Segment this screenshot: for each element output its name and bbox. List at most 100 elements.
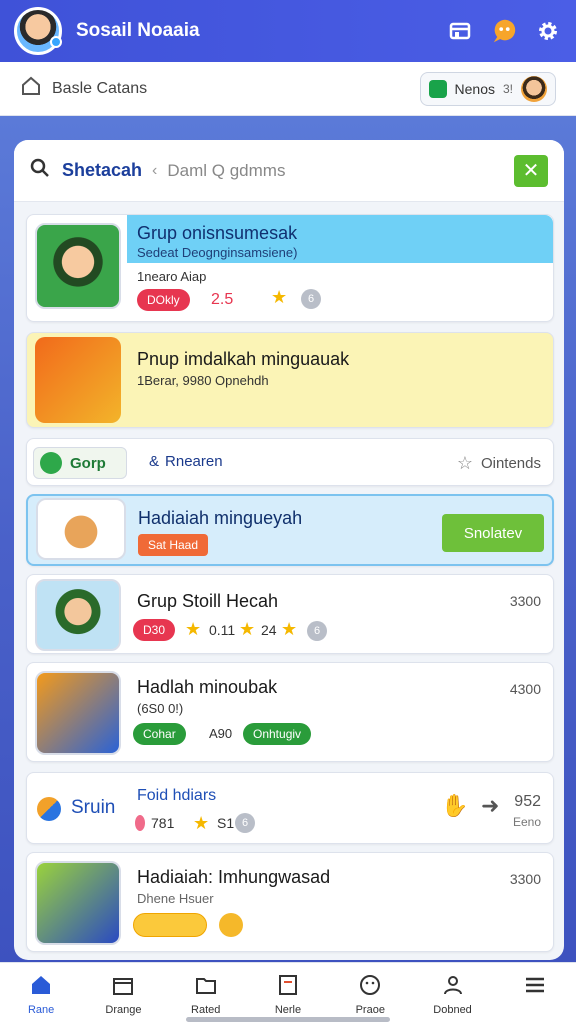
star-icon: ★: [271, 287, 288, 307]
online-dot: [50, 36, 62, 48]
star-icon: ★: [281, 619, 298, 639]
status-badge: Onhtugiv: [243, 723, 312, 745]
card-title: Grup Stoill Hecah: [137, 591, 279, 611]
leaf-icon: [40, 452, 62, 474]
rating-value: 0.11: [209, 622, 236, 638]
item-count: 4300: [509, 681, 541, 697]
box-icon: [111, 973, 135, 1000]
tab-group[interactable]: Gorp: [33, 447, 127, 479]
list-item[interactable]: Hadiaiah mingueyah Sat Haad Snolatev: [26, 494, 554, 566]
count-badge: 6: [307, 621, 327, 641]
main-panel: Shetacah ‹ Daml Q gdmms ✕ Grup onisnsume…: [14, 140, 564, 960]
action-button[interactable]: Snolatev: [442, 514, 544, 552]
game-thumbnail: [35, 671, 121, 755]
status-badge: Cohar: [133, 723, 186, 745]
count-badge: 6: [301, 289, 321, 309]
page-title: Basle Catans: [52, 79, 148, 97]
gift-thumbnail: [36, 498, 126, 560]
nav-rated[interactable]: Rated: [170, 973, 242, 1016]
star-icon: ★: [185, 619, 202, 639]
status-badge: D30: [133, 619, 176, 641]
search-placeholder[interactable]: Daml Q gdmms: [167, 161, 514, 181]
chat-icon[interactable]: [490, 17, 518, 45]
note-icon: [276, 973, 300, 1000]
store-icon[interactable]: [446, 17, 474, 45]
arrow-right-icon[interactable]: ➜: [481, 793, 499, 819]
card-title: Pnup imdalkah minguauak: [137, 349, 350, 369]
card-title: Foid hdiars: [137, 787, 217, 804]
chip-extra: 3!: [502, 81, 513, 96]
hand-icon[interactable]: ✋: [441, 793, 468, 819]
people-icon: &: [149, 453, 160, 470]
home-outline-icon[interactable]: [20, 75, 42, 102]
status-badge: Sat Haad: [138, 534, 209, 556]
heart-icon: [135, 815, 145, 831]
tab-label: Gorp: [70, 454, 106, 472]
nav-storage[interactable]: Drange: [87, 973, 159, 1016]
face-icon: [358, 973, 382, 1000]
list-item[interactable]: Hadiaiah: Imhungwasad Dhene Hsuer 3300: [26, 852, 554, 952]
list-item[interactable]: Hadlah minoubak (6S0 0!) Cohar A90 Onhtu…: [26, 662, 554, 762]
search-query[interactable]: Shetacah: [62, 160, 142, 181]
user-icon: [441, 973, 465, 1000]
list-item[interactable]: Grup onisnsumesak Sedeat Deognginsamsien…: [26, 214, 554, 322]
avatar[interactable]: [14, 7, 62, 55]
list-item[interactable]: Sruin Foid hdiars 781 ★ S1 6 ✋ ➜ 952 Een…: [26, 772, 554, 844]
nav-label: Drange: [105, 1004, 142, 1016]
top-bar: Sosail Noaaia: [0, 0, 576, 62]
chevron-left-icon: ‹: [152, 161, 158, 179]
nav-home[interactable]: Rane: [5, 973, 77, 1016]
nav-user[interactable]: Dobned: [417, 973, 489, 1016]
nav-profile-face[interactable]: Praoe: [334, 973, 406, 1016]
star-icon: ★: [239, 619, 256, 639]
profile-chip[interactable]: Nenos 3!: [419, 71, 556, 106]
card-title: Grup onisnsumesak: [137, 223, 298, 243]
item-count: 3300: [509, 871, 541, 887]
nav-label: Praoe: [355, 1004, 385, 1016]
home-icon: [29, 973, 53, 1000]
card-title: Hadiaiah mingueyah: [138, 508, 303, 528]
close-button[interactable]: ✕: [514, 154, 548, 187]
game-thumbnail: [35, 579, 121, 651]
list-item[interactable]: Grup Stoill Hecah D30 ★ 0.11 ★ 24 ★ 6 33…: [26, 574, 554, 654]
tab-friends[interactable]: & Rnearen: [149, 453, 223, 470]
card-meta: 1Berar, 9980 Opnehdh: [137, 373, 269, 388]
card-meta: 1nearo Aiap: [137, 269, 207, 284]
search-bar[interactable]: Shetacah ‹ Daml Q gdmms ✕: [14, 140, 564, 202]
nav-notes[interactable]: Nerle: [252, 973, 324, 1016]
nav-label: Rane: [27, 1004, 55, 1016]
game-thumbnail: [35, 861, 121, 945]
tab-row: Gorp & Rnearen ☆ Ointends: [26, 438, 554, 486]
list-item[interactable]: Pnup imdalkah minguauak 1Berar, 9980 Opn…: [26, 332, 554, 428]
search-icon: [30, 158, 50, 183]
item-count: 952: [514, 793, 541, 810]
coin-icon: [219, 913, 243, 937]
item-count: 3300: [509, 593, 541, 609]
rating-value: 2.5: [211, 291, 234, 308]
tab-label: Ointends: [480, 455, 541, 472]
tab-label: Rnearen: [165, 453, 223, 470]
bottom-nav: Rane Drange Rated Nerle Praoe Dobned: [0, 962, 576, 1024]
status-icon: [428, 79, 447, 98]
item-count-label: Eeno: [512, 815, 541, 829]
tab-favorites[interactable]: ☆ Ointends: [457, 453, 541, 474]
meta-value: 781: [151, 815, 175, 831]
folder-icon: [194, 973, 218, 1000]
mid-value: A90: [209, 726, 233, 741]
status-badge: DOkly: [137, 289, 190, 311]
left-label: Sruin: [71, 797, 116, 818]
menu-icon: [523, 973, 547, 1000]
settings-gear-icon[interactable]: [534, 17, 562, 45]
rating-value: S1: [217, 815, 235, 831]
count-badge: 6: [235, 813, 255, 833]
action-pill[interactable]: [133, 913, 207, 937]
nav-label: Nerle: [274, 1004, 302, 1016]
card-subtitle: Dhene Hsuer: [137, 891, 214, 906]
sub-header: Basle Catans Nenos 3!: [0, 62, 576, 116]
home-indicator[interactable]: [186, 1017, 390, 1022]
game-thumbnail: [35, 223, 121, 309]
star-icon: ★: [193, 813, 210, 833]
chip-avatar: [521, 75, 547, 102]
badge-thumbnail: [35, 337, 121, 423]
nav-menu[interactable]: [499, 973, 571, 1004]
